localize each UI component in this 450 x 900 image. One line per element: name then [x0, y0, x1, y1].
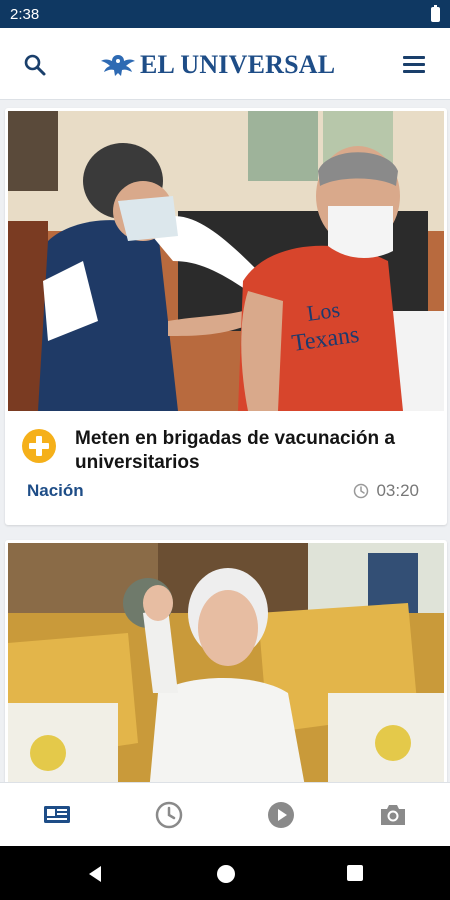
article-time-label: 03:20: [376, 481, 419, 500]
nav-news[interactable]: [41, 799, 73, 831]
article-image[interactable]: [8, 543, 444, 782]
status-bar: 2:38: [0, 0, 450, 28]
nav-latest[interactable]: [153, 799, 185, 831]
vaccination-photo: Los Texans: [8, 111, 444, 411]
logo-text: EL UNIVERSAL: [140, 50, 336, 79]
hamburger-menu-icon: [400, 56, 428, 73]
article-headline[interactable]: Meten en brigadas de vacunación a univer…: [75, 427, 435, 475]
article-time: 03:20: [353, 481, 419, 501]
article-section-link[interactable]: Nación: [27, 481, 84, 501]
article-body[interactable]: Meten en brigadas de vacunación a univer…: [5, 411, 447, 525]
search-icon: [24, 54, 46, 76]
camera-icon: [381, 805, 405, 825]
bottom-navigation: [0, 782, 450, 846]
play-icon: [268, 802, 294, 828]
battery-icon: [431, 5, 440, 22]
search-button[interactable]: [20, 50, 50, 80]
back-icon[interactable]: [85, 864, 105, 884]
news-icon: [44, 806, 70, 823]
news-feed[interactable]: Los Texans Meten en brigadas de vacunaci…: [0, 100, 450, 782]
plus-circle-icon: [22, 429, 56, 463]
status-time: 2:38: [10, 6, 40, 23]
svg-text:Los: Los: [305, 297, 341, 326]
menu-button[interactable]: [400, 52, 428, 78]
eagle-emblem-icon: [101, 55, 135, 76]
app-header: EL UNIVERSAL: [0, 28, 450, 100]
home-icon[interactable]: [216, 864, 236, 884]
recents-icon[interactable]: [346, 864, 364, 882]
nav-photos[interactable]: [377, 799, 409, 831]
logo[interactable]: EL UNIVERSAL: [100, 48, 335, 82]
article-card[interactable]: [5, 540, 447, 782]
clock-icon: [155, 801, 183, 829]
article-image[interactable]: Los Texans: [8, 111, 444, 411]
nav-video[interactable]: [265, 799, 297, 831]
article-card[interactable]: Los Texans Meten en brigadas de vacunaci…: [5, 108, 447, 525]
system-navigation-bar: [0, 846, 450, 900]
portrait-photo: [8, 543, 444, 782]
clock-icon: [354, 483, 369, 499]
